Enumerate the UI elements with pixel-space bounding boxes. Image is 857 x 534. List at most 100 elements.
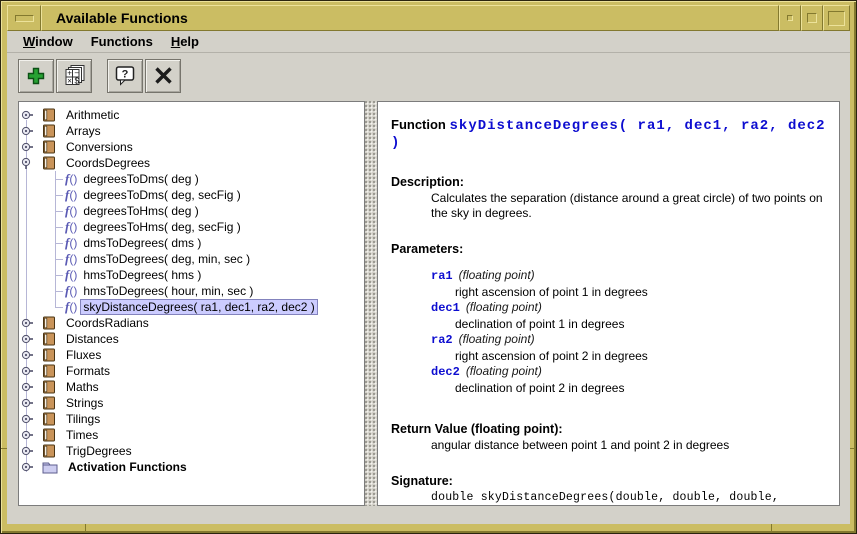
tree-item[interactable]: f()degreesToDms( deg, secFig )	[19, 187, 364, 203]
tree-item-label: Conversions	[63, 139, 136, 155]
window-menu-button[interactable]	[7, 5, 41, 31]
function-sheets-icon: + − × $	[63, 64, 86, 87]
tree-item-label: Arrays	[63, 123, 104, 139]
book-icon	[42, 428, 56, 442]
signature-label: Signature:	[391, 474, 829, 488]
menubar: Window Functions Help	[7, 31, 850, 53]
tree-item-label: CoordsRadians	[63, 315, 152, 331]
tree-item[interactable]: f()degreesToHms( deg )	[19, 203, 364, 219]
svg-text:×: ×	[67, 77, 72, 86]
folder-icon	[42, 461, 58, 474]
help-button[interactable]: ?	[107, 59, 143, 93]
maximize-square-icon	[828, 11, 845, 26]
expand-handle-icon[interactable]	[21, 365, 33, 377]
expand-handle-icon[interactable]	[21, 349, 33, 361]
tree-item[interactable]: f()degreesToDms( deg )	[19, 171, 364, 187]
browse-functions-button[interactable]: + − × $	[56, 59, 92, 93]
split-divider[interactable]	[365, 101, 377, 506]
tree-item[interactable]: Arrays	[19, 123, 364, 139]
expand-handle-icon[interactable]	[21, 429, 33, 441]
tree-item[interactable]: f()degreesToHms( deg, secFig )	[19, 219, 364, 235]
expand-handle-icon[interactable]	[21, 381, 33, 393]
tree-connector	[47, 203, 63, 219]
book-icon	[42, 380, 56, 394]
titlebar-drag-area[interactable]: Available Functions	[41, 5, 779, 31]
parameter-name: ra1	[431, 269, 453, 283]
doc-heading: Function skyDistanceDegrees( ra1, dec1, …	[391, 117, 829, 151]
tree-item[interactable]: TrigDegrees	[19, 443, 364, 459]
function-icon: f()	[65, 171, 77, 187]
function-icon: f()	[65, 235, 77, 251]
restore-square-icon	[807, 13, 817, 23]
tree-item-label: Fluxes	[63, 347, 104, 363]
tree-item[interactable]: f()dmsToDegrees( deg, min, sec )	[19, 251, 364, 267]
expand-handle-icon[interactable]	[21, 317, 33, 329]
parameter-description: declination of point 1 in degrees	[455, 317, 829, 333]
expand-handle-icon[interactable]	[21, 333, 33, 345]
tree-item[interactable]: Maths	[19, 379, 364, 395]
window-menu-dash-icon	[15, 15, 34, 22]
expand-handle-icon[interactable]	[21, 141, 33, 153]
maximize-button[interactable]	[823, 5, 850, 31]
parameter-description: declination of point 2 in degrees	[455, 381, 829, 397]
tree-item[interactable]: Strings	[19, 395, 364, 411]
tree-item-label: dmsToDegrees( dms )	[80, 235, 204, 251]
tree-item[interactable]: Activation Functions	[19, 459, 364, 475]
book-icon	[42, 412, 56, 426]
frame-notch	[850, 448, 856, 449]
tree-item[interactable]: f()hmsToDegrees( hour, min, sec )	[19, 283, 364, 299]
parameter-entry: dec1 (floating point) declination of point…	[431, 300, 829, 332]
function-icon: f()	[65, 219, 77, 235]
parameter-name: dec2	[431, 365, 460, 379]
window-body: Window Functions Help	[7, 31, 850, 524]
tree-item-label: hmsToDegrees( hour, min, sec )	[80, 283, 256, 299]
expand-handle-icon[interactable]	[21, 397, 33, 409]
minimize-dot-icon	[787, 15, 793, 21]
description-label: Description:	[391, 175, 829, 189]
parameter-type: (floating point)	[459, 332, 535, 346]
tree-item[interactable]: Conversions	[19, 139, 364, 155]
tree-item[interactable]: Arithmetic	[19, 107, 364, 123]
available-functions-window: Available Functions Window Functions Hel…	[0, 0, 857, 534]
tree-item[interactable]: f()skyDistanceDegrees( ra1, dec1, ra2, d…	[19, 299, 364, 315]
tree-connector	[47, 299, 63, 315]
tree-item[interactable]: CoordsDegrees	[19, 155, 364, 171]
tree-item-label: Distances	[63, 331, 122, 347]
parameters-label: Parameters:	[391, 242, 829, 256]
frame-notch	[85, 524, 86, 533]
tree-connector	[47, 283, 63, 299]
parameter-description: right ascension of point 2 in degrees	[455, 349, 829, 365]
expand-handle-icon[interactable]	[21, 461, 33, 473]
tree-item[interactable]: f()dmsToDegrees( dms )	[19, 235, 364, 251]
tree-item[interactable]: Tilings	[19, 411, 364, 427]
return-text: angular distance between point 1 and poi…	[431, 438, 829, 453]
parameter-description: right ascension of point 1 in degrees	[455, 285, 829, 301]
frame-notch	[771, 524, 772, 533]
tree-item[interactable]: f()hmsToDegrees( hms )	[19, 267, 364, 283]
menu-help[interactable]: Help	[162, 32, 208, 51]
description-section: Description: Calculates the separation (…	[391, 175, 829, 221]
expand-handle-icon[interactable]	[21, 109, 33, 121]
expand-handle-icon[interactable]	[21, 445, 33, 457]
close-button[interactable]	[145, 59, 181, 93]
tree-item[interactable]: Times	[19, 427, 364, 443]
parameter-name: dec1	[431, 301, 460, 315]
minimize-button[interactable]	[779, 5, 801, 31]
expand-handle-icon[interactable]	[21, 413, 33, 425]
collapse-handle-icon[interactable]	[21, 157, 33, 169]
expand-handle-icon[interactable]	[21, 125, 33, 137]
function-icon: f()	[65, 283, 77, 299]
function-tree: ArithmeticArraysConversionsCoordsDegrees…	[19, 107, 364, 475]
add-function-button[interactable]	[18, 59, 54, 93]
tree-item[interactable]: Formats	[19, 363, 364, 379]
tree-item[interactable]: Fluxes	[19, 347, 364, 363]
restore-button[interactable]	[801, 5, 823, 31]
tree-item-label: Arithmetic	[63, 107, 122, 123]
menu-window[interactable]: Window	[14, 32, 82, 51]
tree-item[interactable]: CoordsRadians	[19, 315, 364, 331]
menu-functions[interactable]: Functions	[82, 32, 162, 51]
parameter-type: (floating point)	[466, 300, 542, 314]
tree-item[interactable]: Distances	[19, 331, 364, 347]
titlebar[interactable]: Available Functions	[7, 5, 850, 31]
book-icon	[42, 156, 56, 170]
